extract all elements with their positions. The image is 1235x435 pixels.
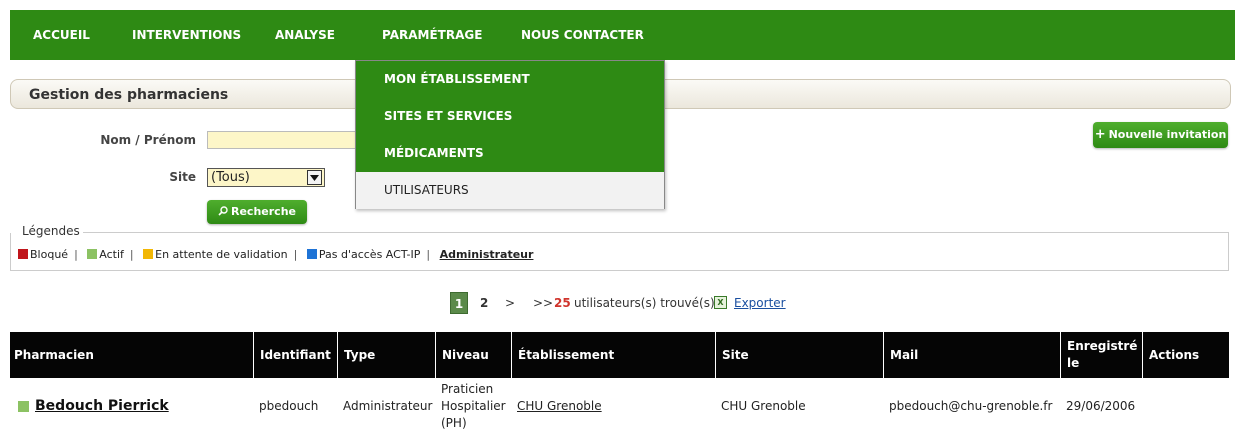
legend-divider [83, 232, 1229, 233]
table-header: Pharmacien Identifiant Type Niveau Établ… [10, 332, 1229, 378]
legend-pending: En attente de validation [155, 248, 288, 261]
chevron-down-icon[interactable] [307, 170, 322, 185]
active-status-icon [18, 401, 29, 412]
plus-icon: + [1094, 127, 1106, 142]
menu-sites-services[interactable]: SITES ET SERVICES [356, 98, 664, 135]
menu-mon-etablissement[interactable]: MON ÉTABLISSEMENT [356, 61, 664, 98]
site-select-value: (Tous) [211, 170, 250, 185]
result-count-suffix: utilisateurs(s) trouvé(s) [574, 296, 715, 310]
col-type[interactable]: Type [337, 332, 435, 378]
site-label: Site [169, 170, 196, 184]
parametrage-dropdown: MON ÉTABLISSEMENT SITES ET SERVICES MÉDI… [355, 60, 665, 209]
pending-square-icon [143, 249, 154, 259]
last-page-link[interactable]: >> [533, 296, 553, 310]
result-count: 25 [554, 296, 571, 310]
legend-title: Légendes [19, 224, 83, 238]
page-2-link[interactable]: 2 [480, 296, 488, 310]
new-invitation-label: Nouvelle invitation [1108, 128, 1227, 141]
cell-actions [1142, 378, 1229, 435]
search-icon [218, 201, 228, 225]
legend-row: Bloqué | Actif | En attente de validation |… [18, 248, 533, 261]
new-invitation-button[interactable]: + Nouvelle invitation [1093, 122, 1228, 148]
site-select[interactable]: (Tous) [207, 168, 325, 187]
col-mail[interactable]: Mail [883, 332, 1060, 378]
col-actions: Actions [1142, 332, 1229, 378]
col-pharmacien[interactable]: Pharmacien [10, 332, 253, 378]
cell-etablissement-link[interactable]: CHU Grenoble [511, 378, 715, 435]
excel-icon[interactable]: X [714, 296, 727, 309]
legend-no-access: Pas d'accès ACT-IP [318, 248, 421, 261]
name-label: Nom / Prénom [100, 133, 196, 147]
menu-utilisateurs[interactable]: UTILISATEURS [356, 172, 664, 209]
nav-accueil[interactable]: ACCUEIL [33, 10, 90, 60]
col-etablissement[interactable]: Établissement [511, 332, 715, 378]
menu-medicaments[interactable]: MÉDICAMENTS [356, 135, 664, 172]
col-enregistre[interactable]: Enregistré le [1060, 332, 1142, 378]
col-site[interactable]: Site [715, 332, 883, 378]
cell-identifiant: pbedouch [259, 399, 319, 413]
col-identifiant[interactable]: Identifiant [253, 332, 337, 378]
cell-niveau: Praticien Hospitalier (PH) [441, 382, 506, 430]
col-niveau[interactable]: Niveau [435, 332, 511, 378]
page-title: Gestion des pharmaciens [29, 87, 229, 103]
page-current[interactable]: 1 [450, 292, 468, 314]
nav-nous-contacter[interactable]: NOUS CONTACTER [521, 10, 644, 60]
blocked-square-icon [18, 249, 28, 259]
top-navigation: ACCUEIL INTERVENTIONS ANALYSE PARAMÉTRAG… [10, 10, 1235, 60]
legend-admin-link[interactable]: Administrateur [440, 248, 534, 261]
no-access-square-icon [306, 249, 317, 259]
table-row: Bedouch Pierrick pbedouch Administrateur… [10, 378, 1229, 435]
next-page-link[interactable]: > [505, 296, 515, 310]
nav-interventions[interactable]: INTERVENTIONS [132, 10, 241, 60]
export-link[interactable]: Exporter [734, 296, 786, 310]
cell-mail: pbedouch@chu-grenoble.fr [889, 399, 1053, 413]
search-button[interactable]: Recherche [207, 200, 307, 224]
nav-analyse[interactable]: ANALYSE [275, 10, 335, 60]
cell-enregistre: 29/06/2006 [1066, 399, 1136, 413]
legend-active: Actif [99, 248, 124, 261]
search-button-label: Recherche [231, 205, 296, 218]
cell-site: CHU Grenoble [721, 399, 806, 413]
pharmacist-name-link[interactable]: Bedouch Pierrick [35, 398, 169, 415]
nav-parametrage[interactable]: PARAMÉTRAGE [382, 10, 482, 60]
name-input[interactable] [207, 131, 367, 149]
active-square-icon [87, 249, 98, 259]
legend-box: Légendes Bloqué | Actif | En attente de va… [10, 224, 1229, 271]
legend-blocked: Bloqué [30, 248, 69, 261]
cell-type: Administrateur [343, 399, 433, 413]
cell-pharmacien: Bedouch Pierrick [10, 378, 253, 435]
